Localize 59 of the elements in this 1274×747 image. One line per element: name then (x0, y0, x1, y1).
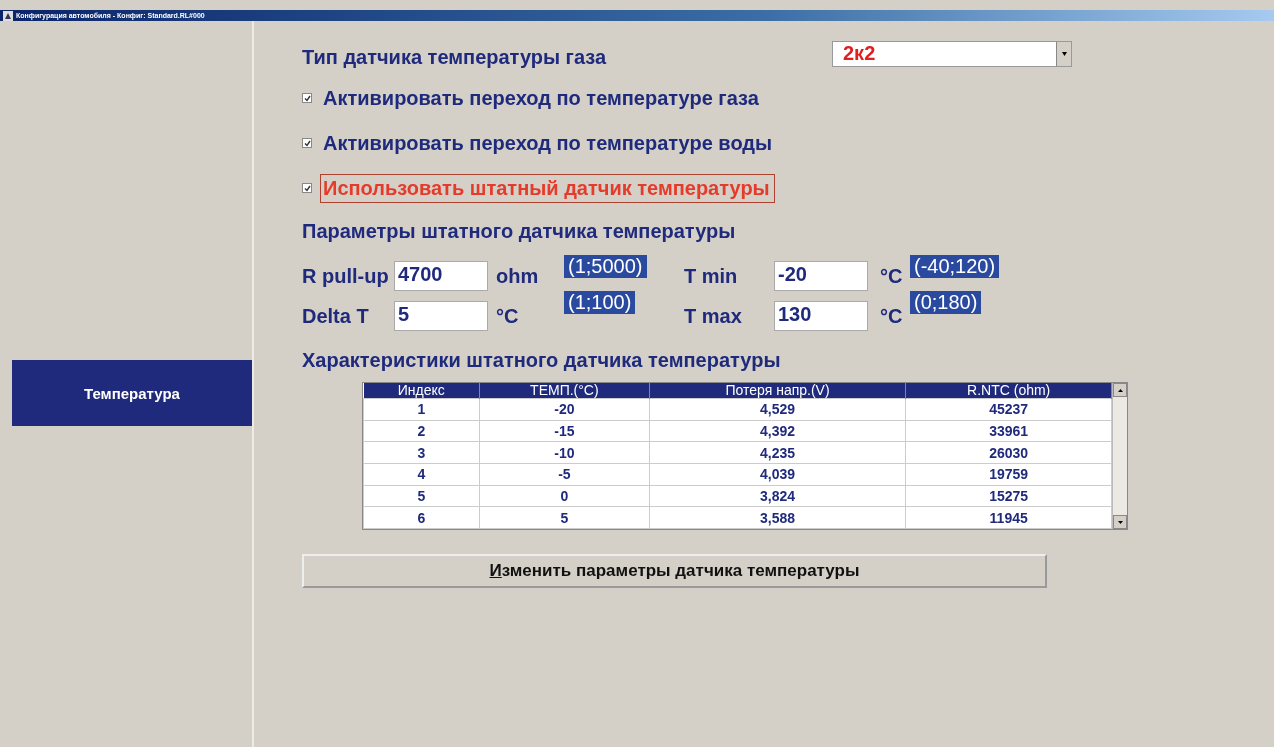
param-field[interactable]: 4700 (394, 261, 488, 291)
column-header[interactable]: Потеря напр.(V) (649, 383, 906, 399)
sensor-type-label: Тип датчика температуры газа (302, 46, 608, 69)
column-header[interactable]: Индекс (363, 383, 480, 399)
app-icon (3, 10, 13, 21)
unit-label: °C (879, 264, 904, 288)
column-header[interactable]: R.NTC (ohm) (905, 383, 1112, 399)
scroll-down-icon[interactable] (1113, 515, 1127, 529)
table-cell: 19759 (905, 463, 1112, 486)
sensor-type-dropdown[interactable]: 2к2 (832, 40, 1072, 67)
table-cell: 11945 (905, 506, 1112, 529)
param-field[interactable]: 5 (394, 301, 488, 331)
table-cell: 1 (363, 398, 480, 421)
table-cell: 6 (363, 506, 480, 529)
checkbox-label: Использовать штатный датчик температуры (320, 173, 775, 203)
param-label: Delta T (302, 304, 370, 328)
table-cell: 33961 (905, 420, 1112, 442)
table-cell: -5 (479, 463, 650, 486)
param-field[interactable]: -20 (774, 261, 868, 291)
checkbox[interactable] (302, 183, 312, 193)
table-cell: 4 (363, 463, 480, 486)
unit-label: °C (495, 304, 520, 328)
scroll-up-icon[interactable] (1113, 383, 1127, 397)
table-cell: 3 (363, 441, 480, 464)
table-cell: -10 (479, 441, 650, 464)
unit-label: °C (879, 304, 904, 328)
range-badge: (1;5000) (564, 254, 647, 278)
table-cell: 0 (479, 485, 650, 507)
table-cell: 3,824 (649, 485, 906, 507)
param-label: R pull-up (302, 264, 390, 288)
section-title: Параметры штатного датчика температуры (302, 220, 737, 243)
param-field[interactable]: 130 (774, 301, 868, 331)
table-cell: -20 (479, 398, 650, 421)
range-badge: (0;180) (910, 290, 982, 314)
column-header[interactable]: ТЕМП.(°C) (479, 383, 650, 399)
change-parameters-button[interactable]: Изменить параметры датчика температуры (302, 554, 1047, 588)
table-cell: 15275 (905, 485, 1112, 507)
range-badge: (-40;120) (910, 254, 1000, 278)
sidebar-item[interactable]: Температура (12, 360, 252, 426)
range-badge: (1;100) (564, 290, 636, 314)
table-cell: 4,235 (649, 441, 906, 464)
section-title: Характеристики штатного датчика температуры (302, 349, 782, 372)
table-cell: 5 (479, 506, 650, 529)
table-cell: 4,392 (649, 420, 906, 442)
param-label: T min (684, 264, 739, 288)
checkbox-label: Активировать переход по температуре воды (322, 130, 774, 156)
table-cell: 26030 (905, 441, 1112, 464)
table-cell: 4,529 (649, 398, 906, 421)
checkbox[interactable] (302, 138, 312, 148)
checkbox-label: Активировать переход по температуре газа (322, 85, 760, 111)
table-cell: -15 (479, 420, 650, 442)
table-cell: 3,588 (649, 506, 906, 529)
table-cell: 2 (363, 420, 480, 442)
table-cell: 4,039 (649, 463, 906, 486)
table-cell: 45237 (905, 398, 1112, 421)
param-label: T max (684, 304, 743, 328)
checkbox[interactable] (302, 93, 312, 103)
scrollbar[interactable] (1112, 383, 1127, 529)
table-cell: 5 (363, 485, 480, 507)
